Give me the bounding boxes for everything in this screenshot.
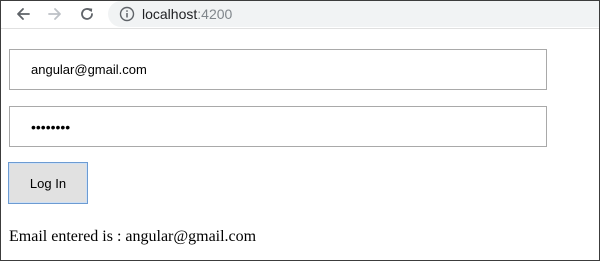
email-field[interactable]	[9, 49, 547, 90]
browser-toolbar: localhost:4200	[1, 1, 599, 29]
browser-window: localhost:4200 Log In Email entered is :…	[0, 0, 600, 261]
result-email: angular@gmail.com	[125, 228, 257, 245]
forward-button[interactable]	[44, 3, 66, 25]
arrow-right-icon	[48, 8, 61, 20]
url-host: localhost	[142, 6, 198, 22]
arrow-left-icon	[17, 8, 30, 20]
url-port: :4200	[197, 6, 233, 22]
url-text: localhost:4200	[142, 5, 232, 23]
info-circle-icon[interactable]	[119, 6, 135, 22]
back-button[interactable]	[12, 3, 34, 25]
login-button[interactable]: Log In	[8, 162, 88, 204]
reload-button[interactable]	[76, 3, 98, 25]
password-field[interactable]	[9, 106, 547, 147]
result-prefix: Email entered is :	[9, 228, 126, 245]
reload-icon	[81, 8, 93, 20]
address-bar[interactable]: localhost:4200	[108, 1, 599, 27]
email-result-text: Email entered is : angular@gmail.com	[9, 227, 256, 246]
